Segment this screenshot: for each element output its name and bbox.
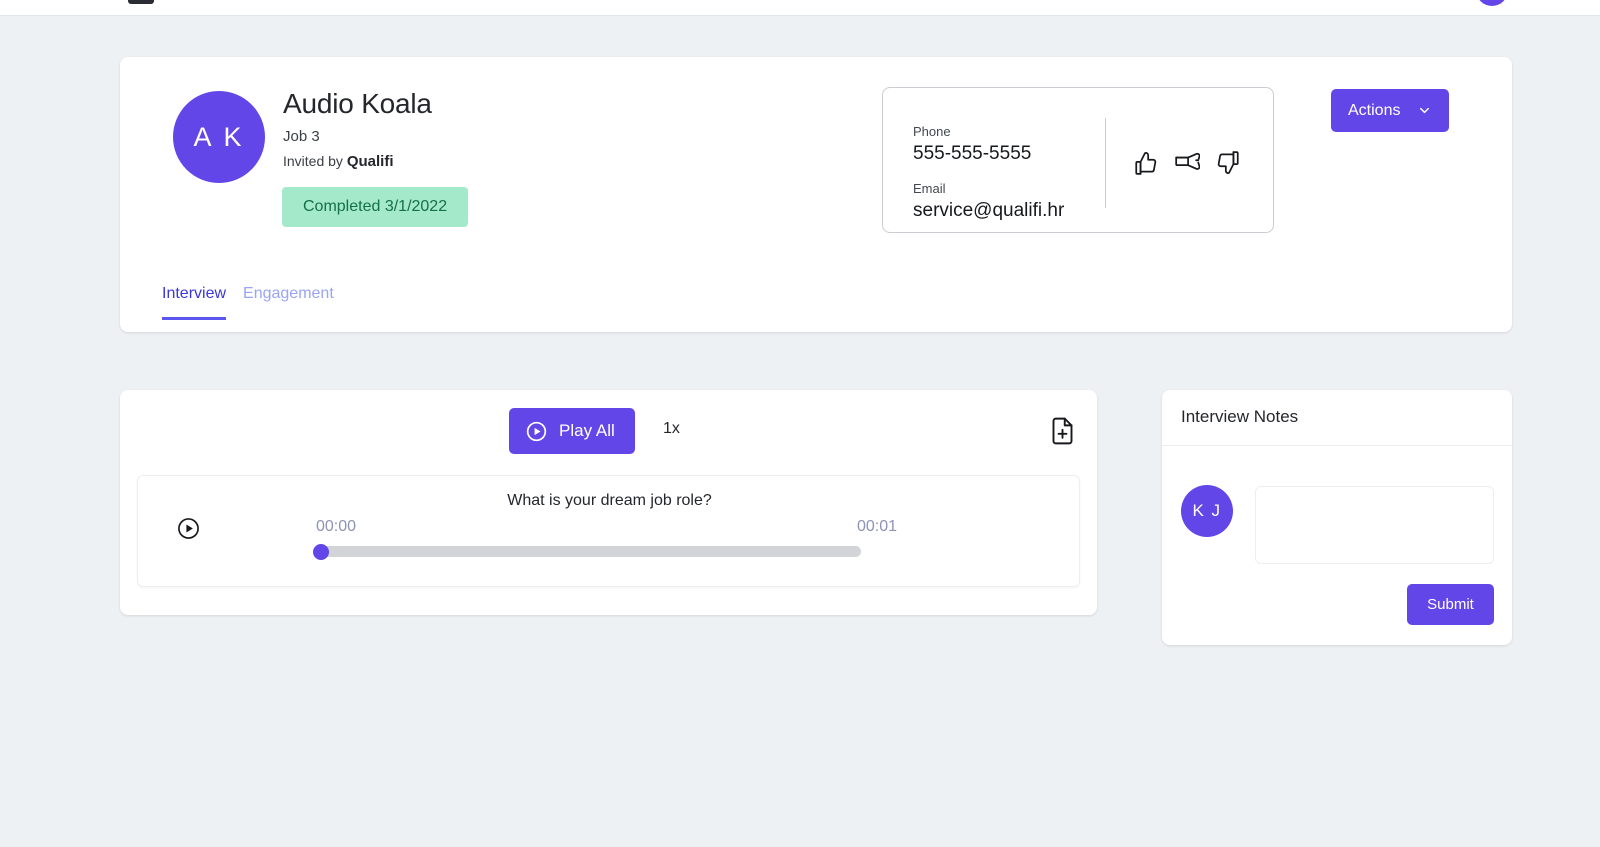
phone-label: Phone <box>913 124 951 139</box>
top-navigation-bar <box>0 0 1600 16</box>
candidate-name: Audio Koala <box>283 88 432 119</box>
interview-player-card: Play All 1x What is your dream job role?… <box>120 390 1097 615</box>
rating-icon-group <box>1133 150 1241 176</box>
audio-seek-bar[interactable] <box>313 544 861 560</box>
app-logo-icon[interactable] <box>128 0 154 4</box>
candidate-avatar: A K <box>173 91 265 183</box>
phone-value: 555-555-5555 <box>913 143 1032 164</box>
question-text: What is your dream job role? <box>507 492 712 509</box>
question-player-row: What is your dream job role? 00:00 00:01 <box>137 475 1080 587</box>
candidate-invited-by: Invited by Qualifi <box>283 153 394 170</box>
chevron-down-icon <box>1420 107 1430 114</box>
email-value: service@qualifi.hr <box>913 200 1065 221</box>
play-all-button[interactable]: Play All <box>509 408 635 454</box>
actions-button[interactable]: Actions <box>1331 89 1450 132</box>
thumbs-down-icon[interactable] <box>1215 150 1241 176</box>
note-author-avatar: K J <box>1181 485 1233 537</box>
invited-by-org: Qualifi <box>346 153 394 170</box>
play-circle-icon <box>178 518 199 539</box>
thumbs-up-icon[interactable] <box>1133 150 1159 176</box>
tab-interview[interactable]: Interview <box>162 285 227 320</box>
status-badge: Completed 3/1/2022 <box>282 187 469 227</box>
tab-engagement[interactable]: Engagement <box>243 285 334 320</box>
email-label: Email <box>913 181 946 196</box>
contact-divider <box>1105 118 1106 208</box>
play-all-label: Play All <box>559 421 615 440</box>
actions-button-label: Actions <box>1348 101 1401 119</box>
interview-notes-card: Interview Notes K J Submit <box>1162 390 1512 645</box>
invited-by-prefix: Invited by <box>283 153 347 169</box>
interview-notes-input[interactable] <box>1255 486 1494 564</box>
thumbs-sideways-icon[interactable] <box>1174 150 1200 176</box>
candidate-header-card: A K Audio Koala Job 3 Invited by Qualifi… <box>120 57 1512 332</box>
tab-bar: Interview Engagement <box>162 285 334 320</box>
question-play-button[interactable] <box>176 516 201 541</box>
current-time-label: 00:00 <box>316 518 357 535</box>
document-add-button[interactable] <box>1049 416 1076 446</box>
user-avatar-icon[interactable] <box>1476 0 1508 6</box>
document-add-icon <box>1052 417 1073 445</box>
play-circle-icon <box>526 421 547 441</box>
audio-seek-thumb[interactable] <box>313 544 329 560</box>
player-toolbar: Play All 1x <box>120 408 1097 454</box>
contact-info-box: Phone 555-555-5555 Email service@qualifi… <box>882 87 1274 233</box>
total-time-label: 00:01 <box>856 518 897 535</box>
submit-note-button[interactable]: Submit <box>1407 584 1494 625</box>
interview-notes-title: Interview Notes <box>1181 407 1299 426</box>
candidate-job-title: Job 3 <box>283 128 320 145</box>
playback-speed-selector[interactable]: 1x <box>663 420 680 438</box>
notes-divider <box>1162 445 1512 446</box>
